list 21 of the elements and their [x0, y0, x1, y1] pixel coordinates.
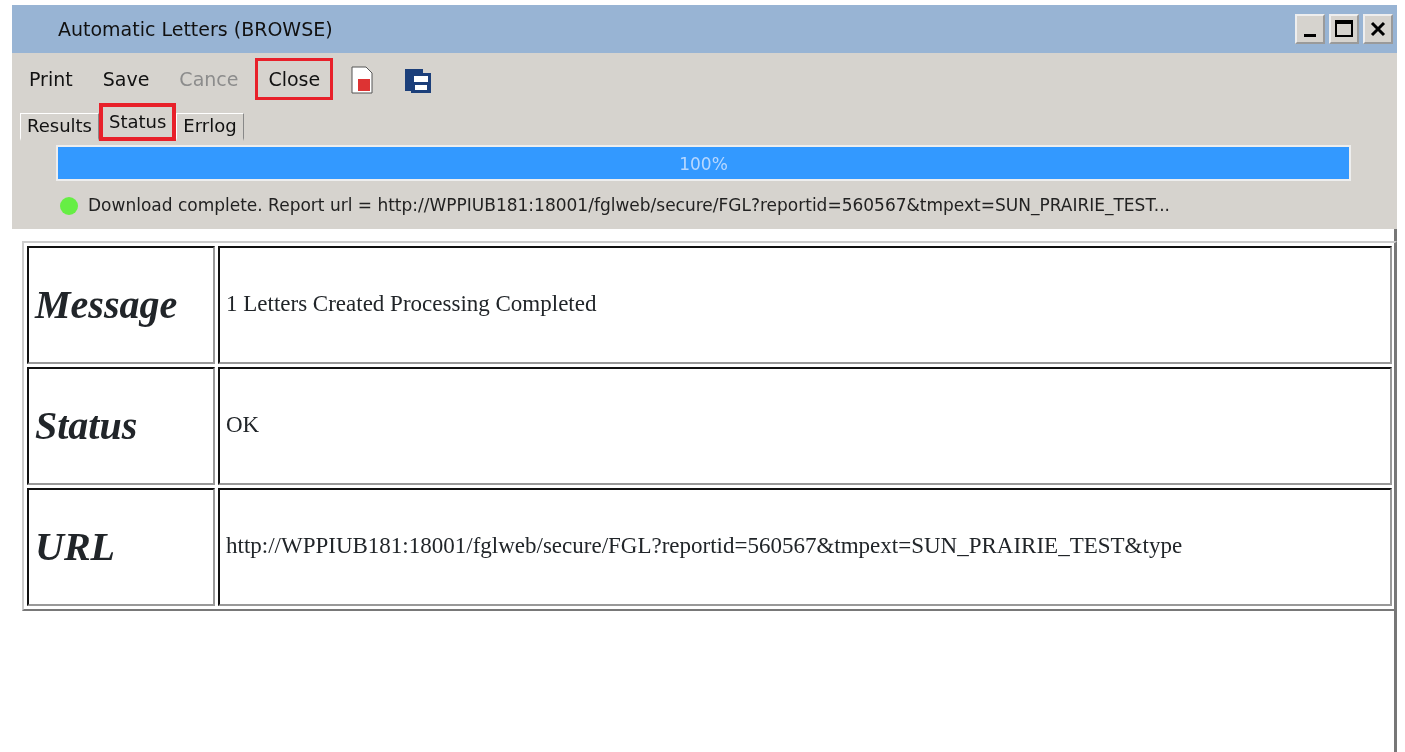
row-value: OK [218, 366, 1392, 485]
progress-reading: 100% [678, 153, 729, 176]
row-value: http://WPPIUB181:18001/fglweb/secure/FGL?reportid=560567&tmpext=SUN_PRAIRIE_TEST&type [218, 487, 1392, 606]
tab[interactable]: Errlog [176, 113, 244, 141]
tab[interactable]: Results [20, 113, 99, 141]
status-text: Download complete. Report url = http://WPPIUB181:18001/fglweb/secure/FGL?reportid=560567&tmpext=SUN_PRAIRIE_TEST... [88, 194, 1170, 218]
row-label: URL [27, 487, 215, 606]
tab[interactable]: Status [99, 103, 177, 141]
close-button[interactable] [1363, 14, 1393, 44]
row-value: 1 Letters Created Processing Completed [218, 245, 1392, 364]
maximize-button[interactable] [1329, 14, 1359, 44]
maximize-icon [1334, 19, 1354, 39]
close-icon [1369, 20, 1387, 38]
toolbar-button[interactable]: Save [89, 57, 163, 101]
toolbar-button[interactable]: Print [16, 57, 86, 101]
row-label: Status [27, 366, 215, 485]
toolbar-button[interactable]: Close [255, 57, 334, 101]
minimize-icon [1304, 33, 1316, 37]
minimize-button[interactable] [1295, 14, 1325, 44]
window-title: Automatic Letters (BROWSE) [58, 16, 334, 42]
row-label: Message [27, 245, 215, 364]
